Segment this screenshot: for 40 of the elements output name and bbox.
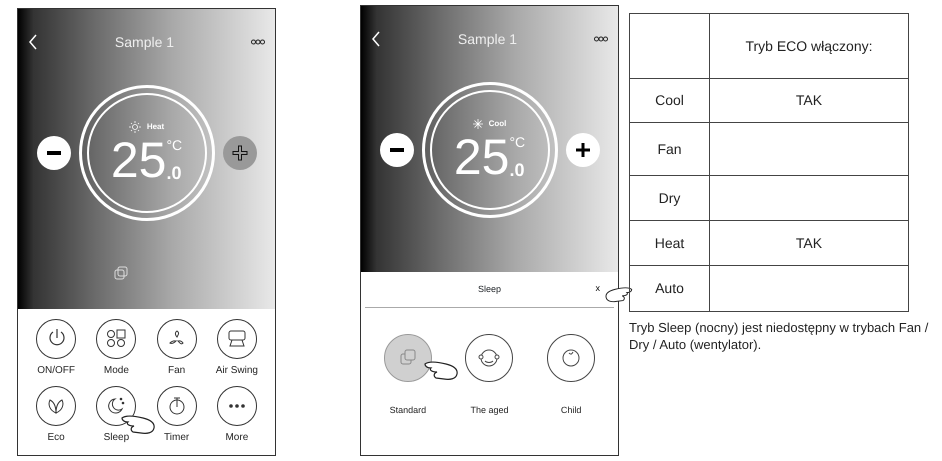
table-cell: Fan [657,140,682,156]
minus-icon [46,151,60,155]
temperature-unit: °C [166,138,182,152]
plus-icon [232,145,248,161]
table-cell: TAK [796,234,822,250]
grid-icon [106,329,126,349]
plus-icon [574,142,590,158]
more-icon [226,404,247,408]
temperature-value: 25 [454,132,510,182]
back-icon[interactable] [28,34,38,50]
note-text: Tryb Sleep (nocny) jest niedostępny w trybach Fan / Dry / Auto (wentylator). [629,320,929,354]
mode-label: Heat [146,121,164,133]
temperature-unit: °C [509,135,526,149]
more-icon[interactable] [251,39,265,45]
more-icon[interactable] [594,36,608,42]
table-cell: Dry [658,190,680,206]
minus-icon [390,148,404,152]
plus-button[interactable] [222,136,256,170]
table-cell: Cool [655,92,684,108]
pointing-hand-icon [424,360,459,382]
sheet-title: Sleep [478,282,502,296]
air-conditioner-icon [226,329,247,349]
back-icon[interactable] [371,31,381,47]
close-button[interactable]: x [596,284,600,293]
temperature-value: 25 [110,135,166,185]
moon-icon [106,396,126,416]
table-cell: TAK [796,92,822,108]
plus-button[interactable] [566,133,600,167]
mode-label: Cool [488,118,506,130]
minus-button[interactable] [380,133,414,167]
stopwatch-icon [166,396,187,416]
table-cell: Auto [655,280,684,296]
temperature-decimal: .0 [509,161,526,179]
temperature-decimal: .0 [166,164,182,182]
table-cell: Heat [654,234,684,250]
column-header: Tryb ECO włączony: [745,38,873,54]
screen-title: Sample 1 [114,32,174,52]
screen-title: Sample 1 [458,30,518,49]
copy-icon[interactable] [114,266,128,280]
minus-button[interactable] [36,136,70,170]
